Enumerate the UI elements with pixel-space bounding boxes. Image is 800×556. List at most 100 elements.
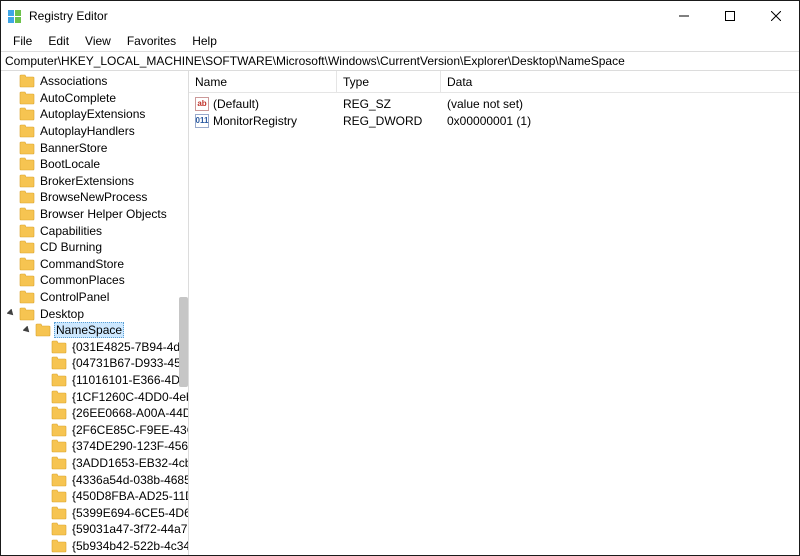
tree-item-label: CD Burning — [38, 240, 104, 254]
folder-icon — [51, 439, 67, 453]
tree-scroll[interactable]: Associations AutoCompleteAutoplayExtensio… — [1, 71, 188, 555]
chevron-down-icon[interactable] — [21, 324, 33, 336]
folder-icon — [19, 207, 35, 221]
split-panes: Associations AutoCompleteAutoplayExtensio… — [1, 71, 799, 555]
tree-item[interactable]: {645FF040-5081-101B-9F0 — [1, 554, 188, 555]
tree-item[interactable]: {2F6CE85C-F9EE-43CA-90 — [1, 421, 188, 438]
tree-item[interactable]: CD Burning — [1, 239, 188, 256]
tree-item[interactable]: {5b934b42-522b-4c34-bbf — [1, 538, 188, 555]
registry-string-icon: ab — [195, 97, 209, 111]
tree-item-label: {4336a54d-038b-4685-ab0 — [70, 473, 188, 487]
folder-icon — [19, 273, 35, 287]
tree-item-label: CommonPlaces — [38, 273, 127, 287]
tree-item-label: {031E4825-7B94-4dc3-B131 — [70, 340, 188, 354]
column-header-type[interactable]: Type — [337, 71, 441, 92]
app-icon — [7, 8, 23, 24]
folder-icon — [19, 107, 35, 121]
tree-item[interactable]: {3ADD1653-EB32-4cb0-BB — [1, 455, 188, 472]
tree-item-label: BootLocale — [38, 157, 102, 171]
folder-icon — [19, 141, 35, 155]
tree-item[interactable]: Associations — [1, 73, 188, 90]
tree-scrollbar-thumb[interactable] — [179, 297, 188, 387]
tree-item[interactable]: BootLocale — [1, 156, 188, 173]
folder-icon — [51, 522, 67, 536]
tree-item[interactable]: {374DE290-123F-4565-91 — [1, 438, 188, 455]
tree-item-label: CommandStore — [38, 257, 126, 271]
folder-icon — [51, 539, 67, 553]
cell-type: REG_SZ — [337, 97, 441, 111]
tree-item[interactable]: AutoplayHandlers — [1, 123, 188, 140]
folder-icon — [51, 356, 67, 370]
tree-item[interactable]: CommandStore — [1, 256, 188, 273]
folder-icon — [51, 506, 67, 520]
menu-help[interactable]: Help — [184, 33, 225, 49]
address-text: Computer\HKEY_LOCAL_MACHINE\SOFTWARE\Mic… — [5, 54, 625, 68]
tree-item-label: {1CF1260C-4DD0-4ebb-81 — [70, 390, 188, 404]
menu-view[interactable]: View — [77, 33, 119, 49]
tree-item-label: Desktop — [38, 307, 86, 321]
folder-icon — [51, 390, 67, 404]
tree-item[interactable]: {031E4825-7B94-4dc3-B131 — [1, 339, 188, 356]
close-button[interactable] — [753, 1, 799, 31]
tree-item[interactable]: {04731B67-D933-450a-90E — [1, 355, 188, 372]
tree-item[interactable]: ControlPanel — [1, 289, 188, 306]
tree-item-label: BrokerExtensions — [38, 174, 136, 188]
value-name: (Default) — [213, 97, 259, 111]
tree-item-label: Browser Helper Objects — [38, 207, 169, 221]
tree-item-label: {26EE0668-A00A-44D7-93 — [70, 406, 188, 420]
tree-item[interactable]: Desktop — [1, 305, 188, 322]
tree-item-label: AutoplayHandlers — [38, 124, 137, 138]
tree-item[interactable]: Browser Helper Objects — [1, 206, 188, 223]
tree-item-label: {5399E694-6CE5-4D6C-8F — [70, 506, 188, 520]
folder-icon — [51, 423, 67, 437]
tree-item[interactable]: {4336a54d-038b-4685-ab0 — [1, 471, 188, 488]
tree-item[interactable]: BrowseNewProcess — [1, 189, 188, 206]
tree-item-label: Associations — [38, 74, 109, 88]
tree-item-label: ControlPanel — [38, 290, 111, 304]
table-row[interactable]: ab (Default) REG_SZ(value not set) — [189, 95, 799, 112]
address-bar[interactable]: Computer\HKEY_LOCAL_MACHINE\SOFTWARE\Mic… — [1, 51, 799, 71]
tree-item[interactable]: {450D8FBA-AD25-11D0-98 — [1, 488, 188, 505]
minimize-button[interactable] — [661, 1, 707, 31]
menu-file[interactable]: File — [5, 33, 40, 49]
tree-item[interactable]: NameSpace — [1, 322, 188, 339]
cell-name: 011MonitorRegistry — [189, 114, 337, 128]
tree-item[interactable]: CommonPlaces — [1, 272, 188, 289]
list-body: ab(Default)REG_SZ(value not set)011Monit… — [189, 93, 799, 555]
folder-icon — [51, 406, 67, 420]
tree-item-label: {450D8FBA-AD25-11D0-98 — [70, 489, 188, 503]
cell-name: ab (Default) — [189, 97, 337, 111]
folder-icon — [19, 240, 35, 254]
tree-item-label: NameSpace — [54, 322, 124, 338]
tree-item[interactable]: AutoplayExtensions — [1, 106, 188, 123]
tree-item[interactable]: {26EE0668-A00A-44D7-93 — [1, 405, 188, 422]
tree-item[interactable]: Capabilities — [1, 222, 188, 239]
tree-item[interactable]: {59031a47-3f72-44a7-89c — [1, 521, 188, 538]
tree-item[interactable]: BannerStore — [1, 139, 188, 156]
tree-item[interactable]: BrokerExtensions — [1, 173, 188, 190]
cell-data: (value not set) — [441, 97, 799, 111]
tree-pane: Associations AutoCompleteAutoplayExtensio… — [1, 71, 189, 555]
tree-item-label: AutoComplete — [38, 91, 118, 105]
tree-item[interactable]: {1CF1260C-4DD0-4ebb-81 — [1, 388, 188, 405]
folder-icon — [51, 456, 67, 470]
tree-item[interactable]: {11016101-E366-4D22-BC0 — [1, 372, 188, 389]
menu-favorites[interactable]: Favorites — [119, 33, 184, 49]
column-header-name[interactable]: Name — [189, 71, 337, 92]
table-row[interactable]: 011MonitorRegistryREG_DWORD0x00000001 (1… — [189, 112, 799, 129]
tree-item-label: BannerStore — [38, 141, 109, 155]
tree-item[interactable]: {5399E694-6CE5-4D6C-8F — [1, 504, 188, 521]
maximize-button[interactable] — [707, 1, 753, 31]
window-title: Registry Editor — [29, 9, 108, 23]
cell-data: 0x00000001 (1) — [441, 114, 799, 128]
menu-edit[interactable]: Edit — [40, 33, 77, 49]
registry-dword-icon: 011 — [195, 114, 209, 128]
column-header-data[interactable]: Data — [441, 71, 799, 92]
tree-item[interactable]: AutoComplete — [1, 90, 188, 107]
tree-item-label: {3ADD1653-EB32-4cb0-BB — [70, 456, 188, 470]
folder-icon — [19, 91, 35, 105]
folder-icon — [19, 174, 35, 188]
folder-icon — [19, 157, 35, 171]
folder-icon — [19, 307, 35, 321]
chevron-down-icon[interactable] — [5, 308, 17, 320]
